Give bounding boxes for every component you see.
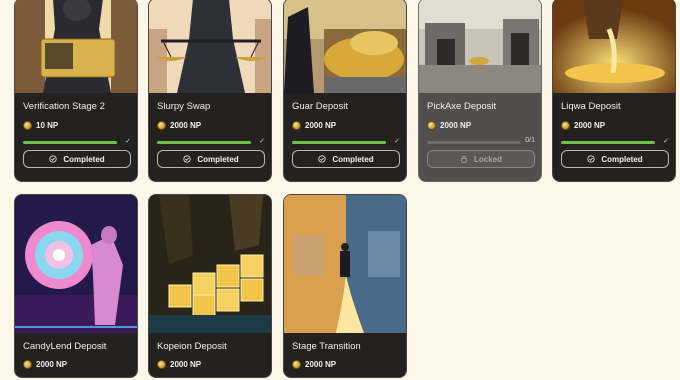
- progress-fill: [292, 141, 386, 144]
- reward-amount: 2000 NP: [305, 360, 337, 369]
- progress-track: [157, 141, 251, 144]
- quest-card-candylend-deposit[interactable]: CandyLend Deposit 2000 NP: [14, 194, 138, 378]
- quest-card-stage-transition[interactable]: Stage Transition 2000 NP: [283, 194, 407, 378]
- coin-icon: [292, 121, 301, 130]
- reward-amount: 2000 NP: [305, 121, 337, 130]
- coin-icon: [292, 360, 301, 369]
- quest-card-verification-stage-2[interactable]: Verification Stage 2 10 NP ✓ Completed: [14, 0, 138, 182]
- status-label: Completed: [601, 154, 643, 164]
- quest-art-treasure-knight: [284, 0, 406, 93]
- coin-icon: [157, 360, 166, 369]
- coin-icon: [157, 121, 166, 130]
- coin-icon: [561, 121, 570, 130]
- quest-art-gold-pour: [553, 0, 675, 93]
- quest-title: Slurpy Swap: [157, 101, 211, 112]
- progress-text: ✓: [259, 138, 265, 145]
- quest-art-scales: [149, 0, 271, 93]
- coin-icon: [23, 360, 32, 369]
- progress-text: ✓: [663, 138, 669, 145]
- progress-track: [427, 141, 521, 144]
- quest-title: PickAxe Deposit: [427, 101, 497, 112]
- quest-card-kopeion-deposit[interactable]: Kopeion Deposit 2000 NP: [148, 194, 272, 378]
- progress-text: ✓: [125, 138, 131, 145]
- reward: 2000 NP: [157, 121, 201, 130]
- quest-card-slurpy-swap[interactable]: Slurpy Swap 2000 NP ✓ Completed: [148, 0, 272, 182]
- quest-card-guar-deposit[interactable]: Guar Deposit 2000 NP ✓ Completed: [283, 0, 407, 182]
- quest-card-liqwa-deposit[interactable]: Liqwa Deposit 2000 NP ✓ Completed: [552, 0, 676, 182]
- progress-track: [292, 141, 386, 144]
- progress-bar: ✓: [292, 138, 400, 146]
- quest-art-temple-path: [284, 195, 406, 333]
- quest-title: CandyLend Deposit: [23, 341, 107, 352]
- quest-art-candy: [15, 195, 137, 333]
- reward: 10 NP: [23, 121, 58, 130]
- status-label: Locked: [473, 154, 502, 164]
- progress-fill: [561, 141, 655, 144]
- quest-art-mine: [419, 0, 541, 93]
- quest-art-gold-cubes: [149, 195, 271, 333]
- reward-amount: 2000 NP: [170, 121, 202, 130]
- progress-bar: ✓: [23, 138, 131, 146]
- progress-text: ✓: [394, 138, 400, 145]
- check-circle-icon: [587, 155, 595, 163]
- status-label: Completed: [63, 154, 105, 164]
- progress-track: [561, 141, 655, 144]
- progress-fill: [157, 141, 251, 144]
- status-button-completed[interactable]: Completed: [292, 150, 400, 168]
- quest-title: Liqwa Deposit: [561, 101, 621, 112]
- reward: 2000 NP: [292, 121, 336, 130]
- status-label: Completed: [197, 154, 239, 164]
- lock-icon: [461, 155, 467, 163]
- reward: 2000 NP: [427, 121, 471, 130]
- reward-amount: 2000 NP: [574, 121, 606, 130]
- progress-track: [23, 141, 117, 144]
- reward: 2000 NP: [23, 360, 67, 369]
- progress-bar: ✓: [157, 138, 265, 146]
- coin-icon: [23, 121, 32, 130]
- progress-fill: [23, 141, 117, 144]
- reward: 2000 NP: [157, 360, 201, 369]
- check-circle-icon: [49, 155, 57, 163]
- reward-amount: 10 NP: [36, 121, 59, 130]
- progress-text: 0/1: [525, 137, 535, 144]
- status-button-completed[interactable]: Completed: [561, 150, 669, 168]
- status-button-completed[interactable]: Completed: [23, 150, 131, 168]
- reward-amount: 2000 NP: [36, 360, 68, 369]
- quest-card-pickaxe-deposit[interactable]: PickAxe Deposit 2000 NP 0/1 Locked: [418, 0, 542, 182]
- quest-art-warrior: [15, 0, 137, 93]
- check-circle-icon: [183, 155, 191, 163]
- status-button-completed[interactable]: Completed: [157, 150, 265, 168]
- coin-icon: [427, 121, 436, 130]
- status-label: Completed: [332, 154, 374, 164]
- quest-title: Kopeion Deposit: [157, 341, 227, 352]
- reward: 2000 NP: [561, 121, 605, 130]
- progress-bar: 0/1: [427, 137, 535, 146]
- quest-title: Stage Transition: [292, 341, 361, 352]
- reward: 2000 NP: [292, 360, 336, 369]
- reward-amount: 2000 NP: [440, 121, 472, 130]
- check-circle-icon: [318, 155, 326, 163]
- status-button-locked[interactable]: Locked: [427, 150, 535, 168]
- reward-amount: 2000 NP: [170, 360, 202, 369]
- quest-title: Guar Deposit: [292, 101, 348, 112]
- progress-bar: ✓: [561, 138, 669, 146]
- quest-title: Verification Stage 2: [23, 101, 105, 112]
